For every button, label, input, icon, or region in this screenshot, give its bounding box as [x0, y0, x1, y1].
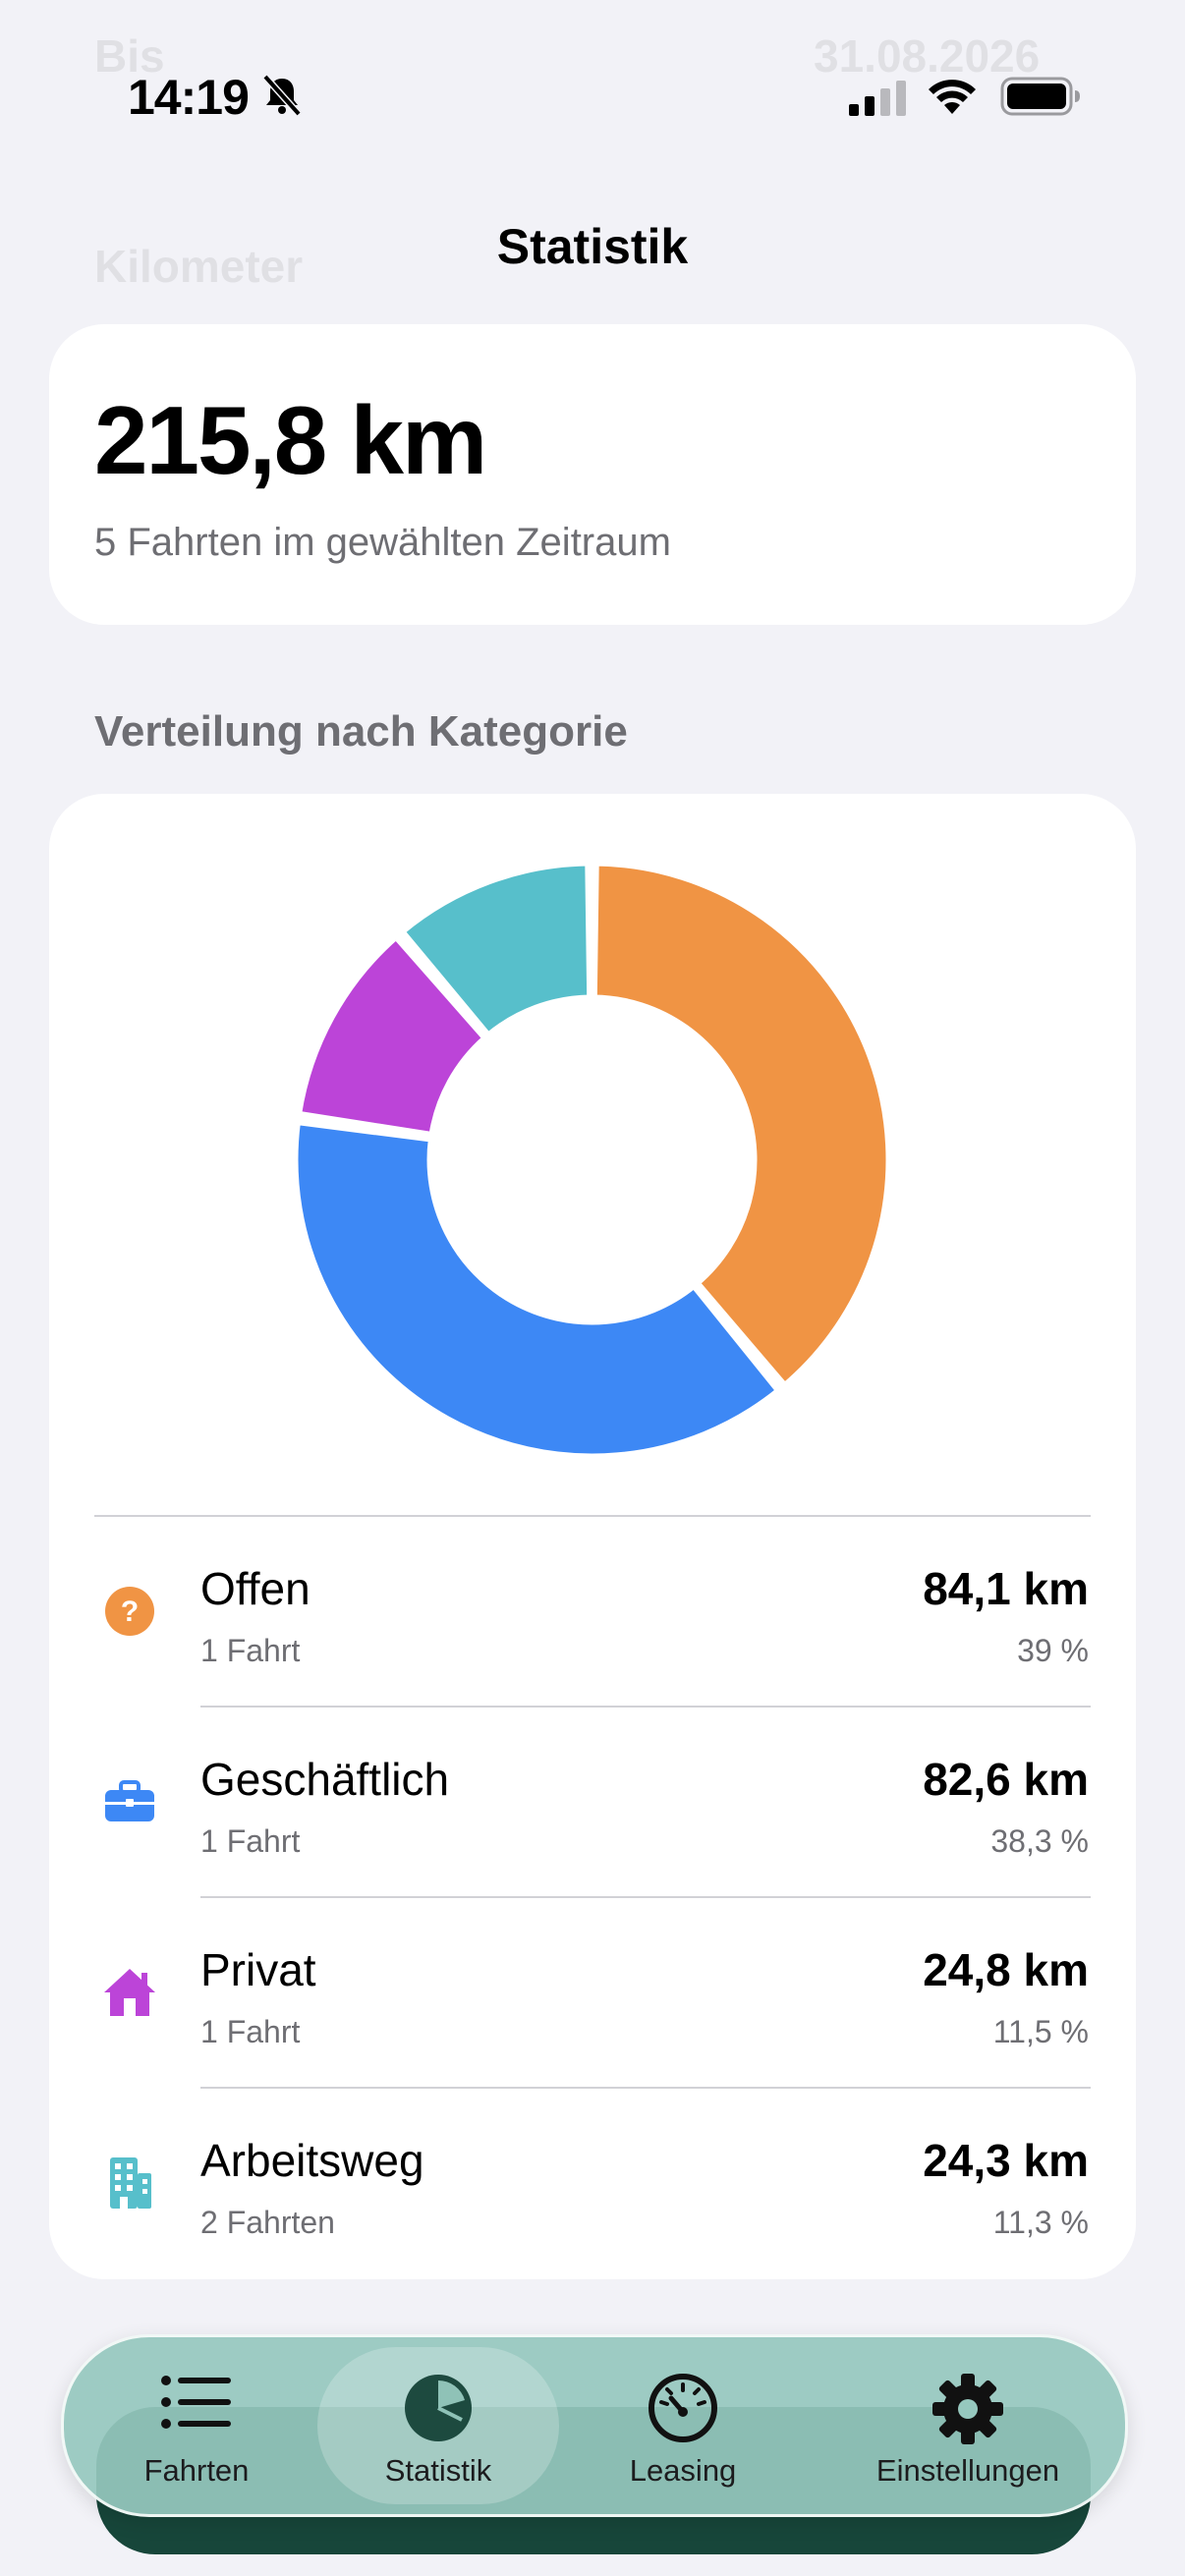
wifi-icon — [929, 80, 976, 114]
gear-icon — [932, 2374, 1003, 2444]
category-name: Geschäftlich — [200, 1754, 450, 1805]
category-row-offen[interactable]: ? Offen 1 Fahrt 84,1 km 39 % — [49, 1517, 1136, 1708]
office-building-icon — [110, 2157, 151, 2209]
tab-label: Einstellungen — [875, 2453, 1060, 2488]
category-trips: 1 Fahrt — [200, 1633, 301, 1668]
category-row-geschaeftlich[interactable]: Geschäftlich 1 Fahrt 82,6 km 38,3 % — [49, 1708, 1136, 1898]
category-name: Arbeitsweg — [200, 2135, 424, 2186]
donut-slice-offen — [591, 860, 892, 1389]
svg-text:?: ? — [121, 1596, 139, 1628]
category-percent: 11,5 % — [992, 2014, 1089, 2049]
total-distance: 215,8 km — [94, 386, 487, 494]
category-km: 24,8 km — [923, 1944, 1089, 1995]
category-row-arbeitsweg[interactable]: Arbeitsweg 2 Fahrten 24,3 km 11,3 % — [49, 2089, 1136, 2279]
speedometer-icon — [649, 2374, 717, 2442]
tab-bar: Fahrten Statistik Leasing Einstellungen — [61, 2334, 1128, 2517]
category-km: 84,1 km — [923, 1563, 1089, 1614]
status-bar: 14:19 — [0, 0, 1185, 196]
battery-icon — [1000, 77, 1080, 116]
cellular-signal-icon — [849, 81, 906, 116]
category-trips: 2 Fahrten — [200, 2205, 335, 2240]
category-row-privat[interactable]: Privat 1 Fahrt 24,8 km 11,5 % — [49, 1898, 1136, 2089]
question-circle-icon: ? — [105, 1587, 154, 1636]
page-title: Statistik — [496, 219, 689, 274]
category-percent: 38,3 % — [990, 1823, 1089, 1859]
bell-slash-icon — [262, 74, 302, 117]
status-time: 14:19 — [128, 70, 250, 125]
tab-label: Statistik — [384, 2453, 492, 2488]
tab-einstellungen[interactable]: Einstellungen — [820, 2337, 1115, 2514]
category-percent: 39 % — [1017, 1633, 1089, 1668]
category-km: 82,6 km — [923, 1754, 1089, 1805]
category-donut-chart — [292, 860, 892, 1460]
tab-statistik[interactable]: Statistik — [317, 2347, 559, 2504]
house-icon — [104, 1969, 155, 2016]
category-percent: 11,3 % — [992, 2205, 1089, 2240]
total-distance-card: 215,8 km 5 Fahrten im gewählten Zeitraum — [49, 324, 1136, 625]
trips-summary: 5 Fahrten im gewählten Zeitraum — [94, 521, 671, 564]
category-trips: 1 Fahrt — [200, 2014, 301, 2049]
section-title: Verteilung nach Kategorie — [94, 707, 628, 756]
tab-fahrten[interactable]: Fahrten — [74, 2337, 319, 2514]
category-km: 24,3 km — [923, 2135, 1089, 2186]
pie-chart-icon — [405, 2375, 472, 2441]
list-icon — [161, 2376, 231, 2429]
tab-leasing[interactable]: Leasing — [565, 2337, 801, 2514]
category-trips: 1 Fahrt — [200, 1823, 301, 1859]
category-name: Privat — [200, 1944, 316, 1995]
category-distribution-card: ? Offen 1 Fahrt 84,1 km 39 % Geschäftlic… — [49, 794, 1136, 2279]
tab-label: Leasing — [629, 2453, 737, 2488]
briefcase-icon — [105, 1780, 154, 1821]
tab-label: Fahrten — [143, 2453, 250, 2488]
category-name: Offen — [200, 1563, 310, 1614]
